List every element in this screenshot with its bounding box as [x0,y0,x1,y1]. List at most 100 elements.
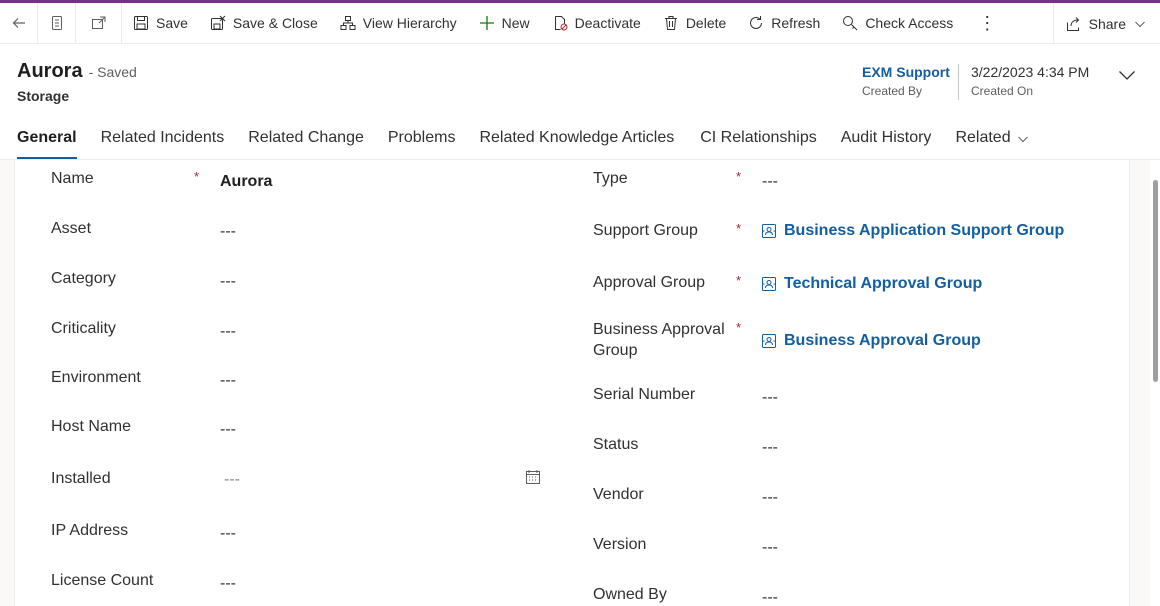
deactivate-icon [554,16,568,31]
host-name-label: Host Name [51,418,132,435]
deactivate-button[interactable]: Deactivate [541,3,652,44]
refresh-label: Refresh [771,15,821,31]
new-button[interactable]: New [468,3,541,44]
business-approval-group-label-line1: Business Approval [593,321,725,338]
save-button[interactable]: Save [122,3,199,44]
category-label: Category [51,270,116,287]
save-close-icon [210,15,226,30]
open-new-window-button[interactable] [76,2,122,44]
new-label: New [501,15,530,31]
save-label: Save [156,15,188,31]
version-value[interactable]: --- [762,539,778,557]
created-on-label: Created On [971,84,1034,98]
tab-related-label: Related [955,129,1011,146]
back-button[interactable] [0,2,38,44]
business-approval-group-lookup[interactable]: Business Approval Group [761,332,981,350]
type-value[interactable]: --- [762,173,778,191]
vertical-scrollbar[interactable] [1150,160,1160,606]
host-name-value[interactable]: --- [220,421,236,439]
deactivate-label: Deactivate [574,15,641,31]
delete-label: Delete [685,15,727,31]
support-group-lookup[interactable]: Business Application Support Group [761,222,1064,240]
required-indicator: * [736,169,742,184]
created-by-label: Created By [862,84,923,98]
vendor-label: Vendor [593,486,644,503]
required-indicator: * [194,169,200,184]
tab-problems[interactable]: Problems [388,124,456,160]
business-approval-group-label-line2: Group [593,342,638,359]
support-group-label: Support Group [593,222,698,239]
refresh-button[interactable]: Refresh [737,3,831,44]
title-row: Aurora - Saved [17,60,137,83]
serial-number-value[interactable]: --- [762,389,778,407]
tab-related-change[interactable]: Related Change [248,124,364,160]
tab-list: General Related Incidents Related Change… [17,124,1053,160]
license-count-value[interactable]: --- [220,575,236,593]
owned-by-value[interactable]: --- [762,589,778,606]
ip-address-value[interactable]: --- [220,525,236,543]
installed-date-input[interactable]: --- [224,471,240,489]
serial-number-label: Serial Number [593,386,696,403]
version-label: Version [593,536,647,553]
team-entity-icon [762,277,776,291]
share-button[interactable]: Share [1052,3,1160,44]
license-count-label: License Count [51,572,154,589]
entity-name: Storage [17,88,70,104]
business-approval-group-value: Business Approval Group [784,332,981,349]
check-access-label: Check Access [865,15,954,31]
business-approval-group-label: Business Approval Group [593,319,725,361]
save-status: - Saved [88,64,137,80]
created-by-link[interactable]: EXM Support [862,64,950,80]
plus-icon [479,16,494,30]
command-bar: Save Save & Close View Hierarchy New Dea… [0,0,1160,44]
header-divider [958,64,959,100]
save-close-label: Save & Close [232,15,318,31]
delete-button[interactable]: Delete [652,3,737,44]
criticality-value[interactable]: --- [220,323,236,341]
created-on-field: 3/22/2023 4:34 PM Created On [971,64,1089,98]
chevron-down-icon [1135,21,1145,27]
environment-value[interactable]: --- [220,372,236,390]
calendar-icon[interactable] [525,469,541,485]
approval-group-label: Approval Group [593,274,706,291]
chevron-down-icon [1017,136,1028,143]
scrollbar-thumb[interactable] [1153,180,1158,382]
share-label: Share [1088,15,1126,32]
share-icon [1066,16,1079,31]
expand-header-chevron-icon[interactable] [1118,68,1136,82]
required-indicator: * [736,221,742,236]
tab-related[interactable]: Related [955,124,1028,160]
environment-label: Environment [51,369,141,386]
approval-group-value: Technical Approval Group [784,275,983,292]
open-in-new-window-icon [91,16,105,29]
created-on-value: 3/22/2023 4:34 PM [971,64,1090,80]
name-label: Name [51,170,94,187]
tab-related-incidents[interactable]: Related Incidents [101,124,225,160]
category-value[interactable]: --- [220,273,236,291]
tab-related-knowledge-articles[interactable]: Related Knowledge Articles [479,124,674,160]
owned-by-label: Owned By [593,586,667,603]
document-icon [51,16,62,30]
record-title: Aurora [17,60,83,82]
check-access-button[interactable]: Check Access [831,3,964,44]
vendor-value[interactable]: --- [762,489,778,507]
tab-audit-history[interactable]: Audit History [841,124,932,160]
created-by-field: EXM Support Created By [862,64,950,98]
back-arrow-icon [12,18,25,28]
tab-ci-relationships[interactable]: CI Relationships [700,124,817,160]
tab-general[interactable]: General [17,124,77,160]
status-value[interactable]: --- [762,439,778,457]
support-group-value: Business Application Support Group [784,222,1065,239]
record-header: Aurora - Saved Storage EXM Support Creat… [0,44,1160,160]
approval-group-lookup[interactable]: Technical Approval Group [761,275,982,293]
view-hierarchy-button[interactable]: View Hierarchy [329,3,468,44]
more-commands-button[interactable]: ⋮ [964,3,1010,44]
name-value[interactable]: Aurora [220,173,272,191]
asset-value[interactable]: --- [220,223,236,241]
team-entity-icon [762,224,776,238]
save-close-button[interactable]: Save & Close [199,3,329,44]
ip-address-label: IP Address [51,522,129,539]
trash-icon [664,16,677,30]
form-view-button[interactable] [38,2,76,44]
asset-label: Asset [51,220,92,237]
